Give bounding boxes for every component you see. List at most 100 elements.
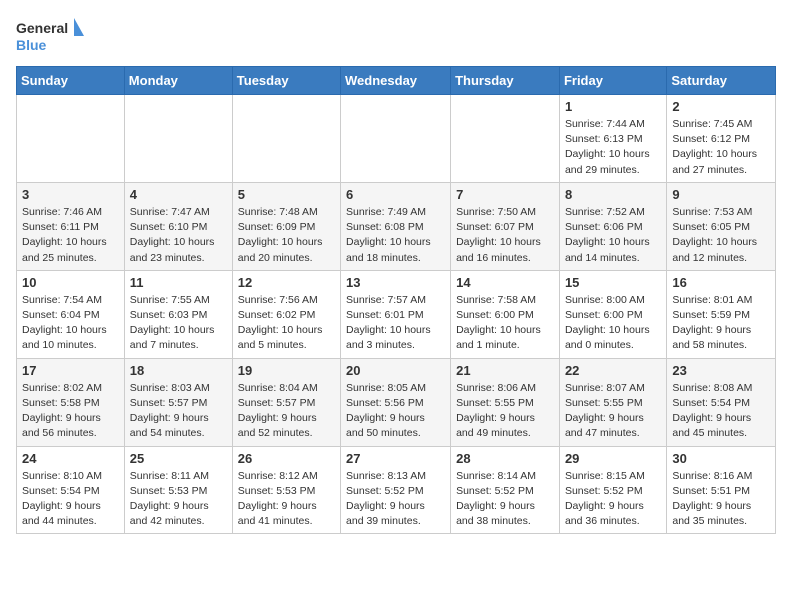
day-info: Sunrise: 7:48 AM Sunset: 6:09 PM Dayligh…: [238, 205, 335, 266]
day-number: 13: [346, 275, 445, 290]
day-info: Sunrise: 7:55 AM Sunset: 6:03 PM Dayligh…: [130, 293, 227, 354]
day-info: Sunrise: 8:02 AM Sunset: 5:58 PM Dayligh…: [22, 381, 119, 442]
day-info: Sunrise: 7:45 AM Sunset: 6:12 PM Dayligh…: [672, 117, 770, 178]
day-number: 10: [22, 275, 119, 290]
calendar-week-row: 17 Sunrise: 8:02 AM Sunset: 5:58 PM Dayli…: [17, 358, 776, 446]
day-number: 7: [456, 187, 554, 202]
calendar-day-cell: 9 Sunrise: 7:53 AM Sunset: 6:05 PM Daylig…: [667, 182, 776, 270]
day-number: 27: [346, 451, 445, 466]
day-info: Sunrise: 7:53 AM Sunset: 6:05 PM Dayligh…: [672, 205, 770, 266]
day-info: Sunrise: 8:16 AM Sunset: 5:51 PM Dayligh…: [672, 469, 770, 530]
day-number: 5: [238, 187, 335, 202]
day-number: 20: [346, 363, 445, 378]
calendar-day-cell: 7 Sunrise: 7:50 AM Sunset: 6:07 PM Daylig…: [451, 182, 560, 270]
day-info: Sunrise: 7:54 AM Sunset: 6:04 PM Dayligh…: [22, 293, 119, 354]
calendar-day-cell: 25 Sunrise: 8:11 AM Sunset: 5:53 PM Dayli…: [124, 446, 232, 534]
calendar-day-cell: 11 Sunrise: 7:55 AM Sunset: 6:03 PM Dayli…: [124, 270, 232, 358]
calendar-day-cell: 12 Sunrise: 7:56 AM Sunset: 6:02 PM Dayli…: [232, 270, 340, 358]
day-info: Sunrise: 7:47 AM Sunset: 6:10 PM Dayligh…: [130, 205, 227, 266]
day-info: Sunrise: 7:56 AM Sunset: 6:02 PM Dayligh…: [238, 293, 335, 354]
weekday-header: Wednesday: [341, 67, 451, 95]
calendar-day-cell: 18 Sunrise: 8:03 AM Sunset: 5:57 PM Dayli…: [124, 358, 232, 446]
weekday-header: Tuesday: [232, 67, 340, 95]
weekday-header: Monday: [124, 67, 232, 95]
calendar-day-cell: 13 Sunrise: 7:57 AM Sunset: 6:01 PM Dayli…: [341, 270, 451, 358]
day-number: 8: [565, 187, 661, 202]
day-info: Sunrise: 7:46 AM Sunset: 6:11 PM Dayligh…: [22, 205, 119, 266]
day-number: 17: [22, 363, 119, 378]
weekday-header: Friday: [559, 67, 666, 95]
calendar-day-cell: 28Sunrise: 8:14 AM Sunset: 5:52 PM Dayli…: [451, 446, 560, 534]
day-info: Sunrise: 8:06 AM Sunset: 5:55 PM Dayligh…: [456, 381, 554, 442]
day-number: 21: [456, 363, 554, 378]
day-number: 24: [22, 451, 119, 466]
calendar-week-row: 10 Sunrise: 7:54 AM Sunset: 6:04 PM Dayli…: [17, 270, 776, 358]
calendar-day-cell: [451, 95, 560, 183]
calendar-day-cell: 16 Sunrise: 8:01 AM Sunset: 5:59 PM Dayli…: [667, 270, 776, 358]
day-info: Sunrise: 7:44 AM Sunset: 6:13 PM Dayligh…: [565, 117, 661, 178]
day-number: 15: [565, 275, 661, 290]
day-info: Sunrise: 8:14 AM Sunset: 5:52 PM Dayligh…: [456, 469, 554, 530]
calendar-day-cell: 8 Sunrise: 7:52 AM Sunset: 6:06 PM Daylig…: [559, 182, 666, 270]
day-number: 26: [238, 451, 335, 466]
day-info: Sunrise: 8:00 AM Sunset: 6:00 PM Dayligh…: [565, 293, 661, 354]
calendar-day-cell: 10 Sunrise: 7:54 AM Sunset: 6:04 PM Dayli…: [17, 270, 125, 358]
calendar-day-cell: 1 Sunrise: 7:44 AM Sunset: 6:13 PM Daylig…: [559, 95, 666, 183]
day-info: Sunrise: 8:13 AM Sunset: 5:52 PM Dayligh…: [346, 469, 445, 530]
day-number: 12: [238, 275, 335, 290]
calendar-day-cell: 19Sunrise: 8:04 AM Sunset: 5:57 PM Dayli…: [232, 358, 340, 446]
day-number: 9: [672, 187, 770, 202]
day-info: Sunrise: 8:05 AM Sunset: 5:56 PM Dayligh…: [346, 381, 445, 442]
day-info: Sunrise: 8:04 AM Sunset: 5:57 PM Dayligh…: [238, 381, 335, 442]
calendar-day-cell: 21 Sunrise: 8:06 AM Sunset: 5:55 PM Dayli…: [451, 358, 560, 446]
calendar-day-cell: [341, 95, 451, 183]
day-number: 18: [130, 363, 227, 378]
day-info: Sunrise: 8:15 AM Sunset: 5:52 PM Dayligh…: [565, 469, 661, 530]
calendar-day-cell: 24 Sunrise: 8:10 AM Sunset: 5:54 PM Dayli…: [17, 446, 125, 534]
logo-svg: GeneralBlue: [16, 16, 86, 56]
calendar-week-row: 24 Sunrise: 8:10 AM Sunset: 5:54 PM Dayli…: [17, 446, 776, 534]
day-number: 4: [130, 187, 227, 202]
calendar-day-cell: 14Sunrise: 7:58 AM Sunset: 6:00 PM Dayli…: [451, 270, 560, 358]
day-number: 1: [565, 99, 661, 114]
calendar-day-cell: [232, 95, 340, 183]
day-number: 29: [565, 451, 661, 466]
day-info: Sunrise: 8:01 AM Sunset: 5:59 PM Dayligh…: [672, 293, 770, 354]
calendar-table: SundayMondayTuesdayWednesdayThursdayFrid…: [16, 66, 776, 534]
day-info: Sunrise: 7:57 AM Sunset: 6:01 PM Dayligh…: [346, 293, 445, 354]
day-info: Sunrise: 8:08 AM Sunset: 5:54 PM Dayligh…: [672, 381, 770, 442]
calendar-day-cell: 30 Sunrise: 8:16 AM Sunset: 5:51 PM Dayli…: [667, 446, 776, 534]
calendar-day-cell: 23 Sunrise: 8:08 AM Sunset: 5:54 PM Dayli…: [667, 358, 776, 446]
calendar-day-cell: 4 Sunrise: 7:47 AM Sunset: 6:10 PM Daylig…: [124, 182, 232, 270]
day-number: 3: [22, 187, 119, 202]
day-number: 11: [130, 275, 227, 290]
day-info: Sunrise: 7:50 AM Sunset: 6:07 PM Dayligh…: [456, 205, 554, 266]
svg-text:General: General: [16, 20, 68, 36]
calendar-day-cell: 2Sunrise: 7:45 AM Sunset: 6:12 PM Daylig…: [667, 95, 776, 183]
day-number: 14: [456, 275, 554, 290]
calendar-day-cell: 15 Sunrise: 8:00 AM Sunset: 6:00 PM Dayli…: [559, 270, 666, 358]
calendar-day-cell: 20 Sunrise: 8:05 AM Sunset: 5:56 PM Dayli…: [341, 358, 451, 446]
day-info: Sunrise: 8:11 AM Sunset: 5:53 PM Dayligh…: [130, 469, 227, 530]
calendar-header-row: SundayMondayTuesdayWednesdayThursdayFrid…: [17, 67, 776, 95]
header: GeneralBlue: [16, 16, 776, 56]
day-number: 6: [346, 187, 445, 202]
calendar-day-cell: 27 Sunrise: 8:13 AM Sunset: 5:52 PM Dayli…: [341, 446, 451, 534]
calendar-day-cell: 29 Sunrise: 8:15 AM Sunset: 5:52 PM Dayli…: [559, 446, 666, 534]
day-number: 22: [565, 363, 661, 378]
logo: GeneralBlue: [16, 16, 86, 56]
day-number: 25: [130, 451, 227, 466]
day-info: Sunrise: 8:10 AM Sunset: 5:54 PM Dayligh…: [22, 469, 119, 530]
calendar-day-cell: 5 Sunrise: 7:48 AM Sunset: 6:09 PM Daylig…: [232, 182, 340, 270]
day-number: 16: [672, 275, 770, 290]
day-number: 23: [672, 363, 770, 378]
day-info: Sunrise: 8:12 AM Sunset: 5:53 PM Dayligh…: [238, 469, 335, 530]
calendar-week-row: 1 Sunrise: 7:44 AM Sunset: 6:13 PM Daylig…: [17, 95, 776, 183]
day-number: 30: [672, 451, 770, 466]
calendar-day-cell: [17, 95, 125, 183]
calendar-day-cell: [124, 95, 232, 183]
day-info: Sunrise: 8:03 AM Sunset: 5:57 PM Dayligh…: [130, 381, 227, 442]
weekday-header: Sunday: [17, 67, 125, 95]
day-info: Sunrise: 7:52 AM Sunset: 6:06 PM Dayligh…: [565, 205, 661, 266]
calendar-day-cell: 17 Sunrise: 8:02 AM Sunset: 5:58 PM Dayli…: [17, 358, 125, 446]
